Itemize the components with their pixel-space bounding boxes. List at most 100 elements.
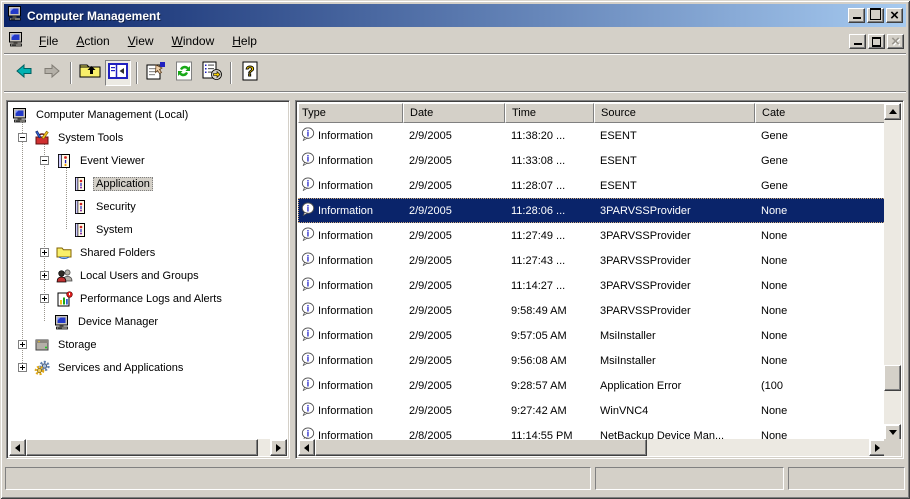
tree-hscroll-thumb[interactable] — [26, 439, 258, 456]
properties-icon — [145, 61, 167, 86]
expander-minus-icon[interactable] — [40, 156, 49, 165]
properties-button[interactable] — [143, 60, 169, 86]
show-hide-console-tree-icon — [108, 62, 128, 85]
list-vscroll-thumb[interactable] — [884, 365, 901, 391]
up-one-level-button[interactable] — [77, 60, 103, 86]
scroll-right-icon[interactable] — [270, 439, 287, 456]
event-rows: iInformation 2/9/2005 11:38:20 ... ESENT… — [298, 123, 886, 441]
expander-plus-icon[interactable] — [40, 248, 49, 257]
list-horizontal-scrollbar[interactable] — [298, 439, 886, 456]
event-row-selected[interactable]: iInformation 2/9/2005 11:28:06 ... 3PARV… — [298, 198, 886, 223]
tree-horizontal-scrollbar[interactable] — [9, 439, 287, 456]
column-header-source[interactable]: Source — [594, 103, 755, 123]
event-row[interactable]: iInformation 2/9/2005 11:33:08 ... ESENT… — [298, 148, 886, 173]
status-section — [788, 467, 905, 490]
help-button[interactable]: ? — [237, 60, 263, 86]
show-hide-console-tree-button[interactable] — [105, 60, 131, 86]
information-icon: i — [301, 352, 315, 369]
column-header-category[interactable]: Cate — [755, 103, 886, 123]
column-header-type[interactable]: Type — [298, 103, 403, 123]
tree-item-application[interactable]: Application — [9, 172, 287, 195]
tree-item-local-users-and-groups[interactable]: Local Users and Groups — [9, 264, 287, 287]
export-list-icon — [201, 61, 223, 86]
event-row[interactable]: iInformation 2/9/2005 9:57:05 AM MsiInst… — [298, 323, 886, 348]
svg-text:i: i — [307, 378, 309, 388]
refresh-button[interactable] — [171, 60, 197, 86]
scroll-left-icon[interactable] — [9, 439, 26, 456]
computer-management-window: Computer Management File Action View Win… — [0, 0, 910, 499]
scroll-up-icon[interactable] — [884, 103, 901, 120]
menu-help[interactable]: Help — [223, 31, 266, 51]
child-restore-button[interactable] — [868, 34, 885, 49]
back-button[interactable] — [11, 60, 37, 86]
tree-item-shared-folders[interactable]: Shared Folders — [9, 241, 287, 264]
status-section — [5, 467, 591, 490]
expander-plus-icon[interactable] — [40, 271, 49, 280]
forward-icon — [42, 61, 62, 86]
toolbar-separator — [136, 62, 138, 84]
console-window-icon[interactable] — [8, 31, 24, 52]
tree-item-performance-logs-and-alerts[interactable]: Performance Logs and Alerts — [9, 287, 287, 310]
information-icon: i — [301, 302, 315, 319]
storage-icon — [33, 337, 51, 353]
menu-window[interactable]: Window — [163, 31, 224, 51]
close-button[interactable] — [886, 8, 903, 23]
svg-text:i: i — [307, 303, 309, 313]
information-icon: i — [301, 402, 315, 419]
expander-plus-icon[interactable] — [18, 363, 27, 372]
expander-minus-icon[interactable] — [18, 133, 27, 142]
event-row[interactable]: iInformation 2/9/2005 9:27:42 AM WinVNC4… — [298, 398, 886, 423]
event-row[interactable]: iInformation 2/9/2005 11:27:49 ... 3PARV… — [298, 223, 886, 248]
tree-item-system-tools[interactable]: System Tools — [9, 126, 287, 149]
minimize-button[interactable] — [848, 8, 865, 23]
event-row[interactable]: iInformation 2/9/2005 9:58:49 AM 3PARVSS… — [298, 298, 886, 323]
tree-item-storage[interactable]: Storage — [9, 333, 287, 356]
services-icon — [33, 360, 51, 376]
window-title: Computer Management — [27, 9, 846, 23]
menu-file[interactable]: File — [30, 31, 67, 51]
menu-bar: File Action View Window Help — [4, 29, 906, 54]
column-header-time[interactable]: Time — [505, 103, 594, 123]
status-section — [595, 467, 784, 490]
svg-text:i: i — [307, 353, 309, 363]
computer-icon — [11, 107, 29, 123]
toolbar-separator — [70, 62, 72, 84]
menu-view[interactable]: View — [119, 31, 163, 51]
event-row[interactable]: iInformation 2/9/2005 11:28:07 ... ESENT… — [298, 173, 886, 198]
log-book-icon — [71, 222, 89, 238]
event-row[interactable]: iInformation 2/9/2005 11:38:20 ... ESENT… — [298, 123, 886, 148]
scroll-left-icon[interactable] — [298, 439, 315, 456]
tree-item-event-viewer[interactable]: Event Viewer — [9, 149, 287, 172]
tree-item-device-manager[interactable]: Device Manager — [9, 310, 287, 333]
help-icon: ? — [240, 61, 260, 86]
tree-item-security[interactable]: Security — [9, 195, 287, 218]
forward-button[interactable] — [39, 60, 65, 86]
event-row[interactable]: iInformation 2/9/2005 9:56:08 AM MsiInst… — [298, 348, 886, 373]
child-minimize-button[interactable] — [849, 34, 866, 49]
shared-folders-icon — [55, 245, 73, 261]
list-hscroll-thumb[interactable] — [315, 439, 647, 456]
event-row[interactable]: iInformation 2/9/2005 11:27:43 ... 3PARV… — [298, 248, 886, 273]
column-header-date[interactable]: Date — [403, 103, 505, 123]
users-icon — [55, 268, 73, 284]
menu-action[interactable]: Action — [67, 31, 118, 51]
performance-icon — [55, 291, 73, 307]
expander-plus-icon[interactable] — [40, 294, 49, 303]
information-icon: i — [301, 227, 315, 244]
export-list-button[interactable] — [199, 60, 225, 86]
status-bar — [4, 463, 906, 494]
console-tree: Computer Management (Local) — [9, 103, 287, 439]
event-row[interactable]: iInformation 2/9/2005 11:14:27 ... 3PARV… — [298, 273, 886, 298]
title-bar[interactable]: Computer Management — [4, 4, 906, 27]
maximize-button[interactable] — [867, 8, 884, 23]
tree-item-system[interactable]: System — [9, 218, 287, 241]
information-icon: i — [301, 127, 315, 144]
event-row[interactable]: iInformation 2/9/2005 9:28:57 AM Applica… — [298, 373, 886, 398]
svg-text:i: i — [307, 178, 309, 188]
tree-item-services-and-applications[interactable]: Services and Applications — [9, 356, 287, 379]
information-icon: i — [301, 152, 315, 169]
expander-plus-icon[interactable] — [18, 340, 27, 349]
list-vertical-scrollbar[interactable] — [884, 103, 901, 441]
tree-item-computer-management[interactable]: Computer Management (Local) — [9, 103, 287, 126]
svg-text:i: i — [307, 328, 309, 338]
